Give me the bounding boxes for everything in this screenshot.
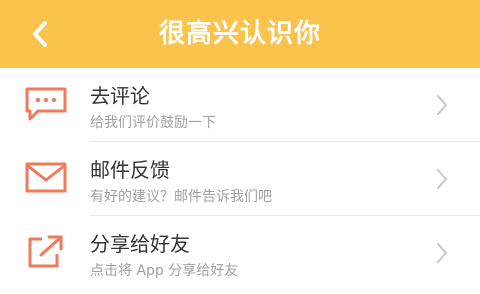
- settings-list: 去评论 给我们评价鼓励一下 邮件反馈 有好的建议？邮件告诉我们吧 分享给好友 点…: [0, 68, 480, 290]
- chevron-right-icon: [437, 95, 447, 115]
- page-title: 很高兴认识你: [158, 19, 321, 49]
- back-button[interactable]: [22, 16, 58, 52]
- envelope-icon: [25, 162, 67, 193]
- back-chevron-icon: [33, 21, 47, 47]
- share-icon: [28, 235, 63, 268]
- chevron-right-icon: [437, 169, 447, 189]
- list-item-share[interactable]: 分享给好友 点击将 App 分享给好友: [0, 216, 480, 290]
- chat-bubble-icon: [25, 87, 67, 121]
- item-title: 去评论: [90, 84, 150, 108]
- item-subtitle: 点击将 App 分享给好友: [90, 263, 239, 279]
- list-item-review[interactable]: 去评论 给我们评价鼓励一下: [0, 68, 480, 142]
- item-subtitle: 给我们评价鼓励一下: [90, 115, 216, 131]
- item-title: 邮件反馈: [90, 158, 170, 182]
- list-item-email-feedback[interactable]: 邮件反馈 有好的建议？邮件告诉我们吧: [0, 142, 480, 216]
- header-bar: 很高兴认识你: [0, 0, 480, 68]
- chevron-right-icon: [437, 243, 447, 263]
- item-title: 分享给好友: [90, 232, 190, 256]
- item-subtitle: 有好的建议？邮件告诉我们吧: [90, 189, 272, 205]
